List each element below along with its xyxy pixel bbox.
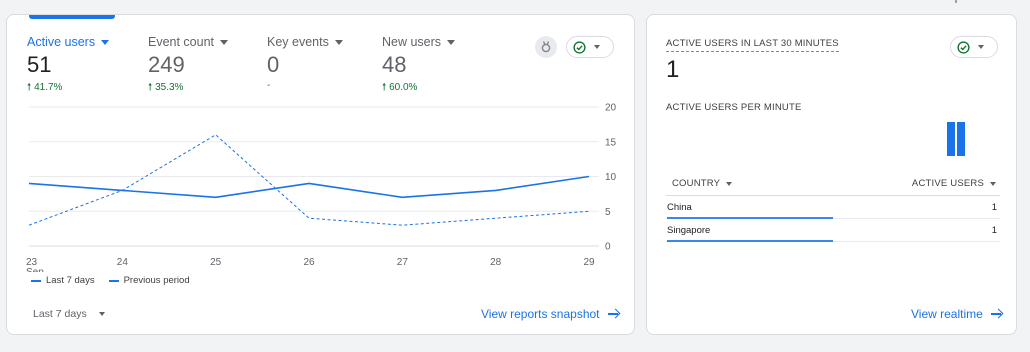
metric-delta: - <box>267 80 271 91</box>
metric-label: Active users <box>27 35 96 49</box>
insights-button[interactable] <box>535 36 557 58</box>
y-tick-label: 5 <box>605 207 611 218</box>
overview-line-chart: 0510152023242526272829Sep <box>26 103 617 273</box>
realtime-status-button[interactable] <box>950 36 998 58</box>
metric-value: 249 <box>148 52 185 77</box>
solid-line-swatch <box>31 279 41 282</box>
metric-label: Event count <box>148 35 215 49</box>
column-label: COUNTRY <box>672 178 721 189</box>
legend-item-previous: Previous period <box>108 275 190 286</box>
users-cell: 1 <box>991 224 997 236</box>
y-tick-label: 15 <box>605 137 617 148</box>
table-row[interactable]: China 1 <box>666 196 1000 219</box>
x-tick-label: 24 <box>117 257 129 268</box>
metric-delta: 🠕 60.0% <box>382 80 455 97</box>
table-row[interactable]: Singapore 1 <box>666 219 1000 242</box>
arrow-up-icon: 🠕 <box>148 82 153 93</box>
date-range-label: Last 7 days <box>33 308 87 320</box>
insights-badge-icon <box>541 41 551 53</box>
per-minute-bar <box>957 122 965 156</box>
check-circle-icon <box>957 40 970 54</box>
x-tick-label: 26 <box>303 257 315 268</box>
view-realtime-link[interactable]: View realtime <box>911 307 1003 321</box>
x-month-label: Sep <box>26 267 44 272</box>
chevron-down-icon <box>101 39 110 45</box>
metric-value: 48 <box>382 52 407 77</box>
realtime-active-users-count: 1 <box>666 56 680 83</box>
chevron-down-icon <box>726 181 733 186</box>
legend-label: Previous period <box>123 275 190 286</box>
reports-overview-card: Active users 51 🠕 41.7% Event count 249 … <box>6 14 635 335</box>
per-minute-label: ACTIVE USERS PER MINUTE <box>666 102 802 113</box>
chevron-down-icon <box>447 39 456 45</box>
link-label: View realtime <box>911 307 983 321</box>
legend-item-current: Last 7 days <box>31 275 95 286</box>
date-range-dropdown[interactable]: Last 7 days <box>33 308 105 320</box>
chevron-down-icon <box>594 45 600 49</box>
chevron-down-icon <box>978 45 984 49</box>
metric-value: 0 <box>267 52 280 77</box>
metric-delta: 🠕 41.7% <box>27 80 109 97</box>
per-minute-bar-chart <box>947 122 965 156</box>
x-tick-label: 27 <box>397 257 409 268</box>
arrow-up-icon: 🠕 <box>27 82 32 93</box>
active-metric-indicator <box>29 15 115 19</box>
x-tick-label: 25 <box>210 257 222 268</box>
metric-label: Key events <box>267 35 329 49</box>
window-corner-mark <box>955 0 957 3</box>
country-table: COUNTRY ACTIVE USERS China 1 Singapore 1 <box>666 172 1000 242</box>
delta-value: 60.0% <box>389 82 418 93</box>
realtime-card: ACTIVE USERS IN LAST 30 MINUTES 1 ACTIVE… <box>646 14 1017 335</box>
country-cell: China <box>667 201 692 213</box>
table-header: COUNTRY ACTIVE USERS <box>666 172 1000 196</box>
data-quality-status-button[interactable] <box>566 36 614 58</box>
metric-tab-new-users[interactable]: New users 48 🠕 60.0% <box>382 35 456 97</box>
row-proportion-bar <box>667 240 833 242</box>
delta-value: 35.3% <box>155 82 184 93</box>
dashed-line-swatch <box>108 279 119 282</box>
chevron-down-icon <box>220 39 229 45</box>
metric-tab-active-users[interactable]: Active users 51 🠕 41.7% <box>27 35 110 97</box>
chevron-down-icon <box>334 39 343 45</box>
x-tick-label: 29 <box>583 257 595 268</box>
metric-delta: 🠕 35.3% <box>148 80 228 97</box>
legend-label: Last 7 days <box>46 275 95 286</box>
chart-legend: Last 7 days Previous period <box>31 275 190 286</box>
metric-tab-key-events[interactable]: Key events 0 - <box>267 35 343 91</box>
y-tick-label: 0 <box>605 242 611 253</box>
metric-value: 51 <box>27 52 52 77</box>
metric-label: New users <box>382 35 442 49</box>
check-circle-icon <box>573 40 586 54</box>
arrow-up-icon: 🠕 <box>382 82 387 93</box>
chevron-down-icon <box>990 181 996 186</box>
column-label: ACTIVE USERS <box>911 178 984 189</box>
users-cell: 1 <box>991 201 997 213</box>
arrow-right-icon <box>607 308 620 320</box>
country-cell: Singapore <box>667 224 711 236</box>
metric-tab-event-count[interactable]: Event count 249 🠕 35.3% <box>148 35 229 97</box>
view-reports-snapshot-link[interactable]: View reports snapshot <box>481 307 620 321</box>
delta-value: 41.7% <box>34 82 63 93</box>
column-header-country[interactable]: COUNTRY <box>672 178 733 189</box>
link-label: View reports snapshot <box>481 307 600 321</box>
chevron-down-icon <box>98 312 105 316</box>
column-header-active-users[interactable]: ACTIVE USERS <box>912 178 996 189</box>
x-tick-label: 28 <box>490 257 502 268</box>
y-tick-label: 10 <box>605 172 617 183</box>
realtime-title[interactable]: ACTIVE USERS IN LAST 30 MINUTES <box>666 38 839 52</box>
arrow-right-icon <box>990 308 1003 320</box>
y-tick-label: 20 <box>605 103 617 114</box>
per-minute-bar <box>947 122 955 156</box>
